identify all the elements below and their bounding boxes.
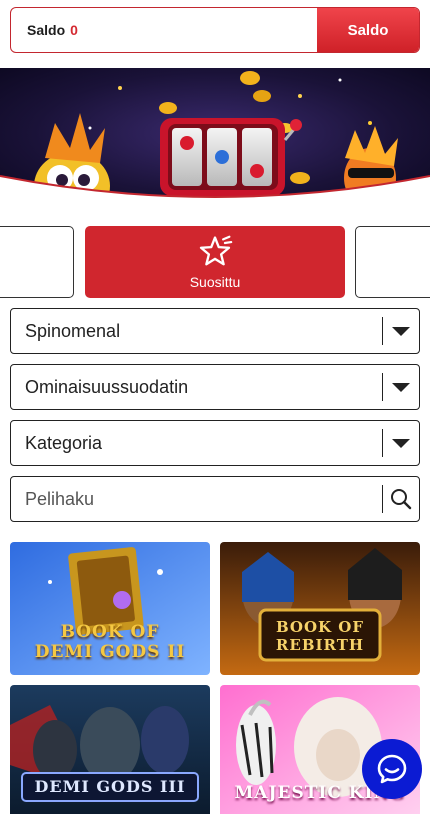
- balance-amount: 0: [70, 22, 78, 38]
- category-tile-label: Suosittu: [189, 274, 241, 290]
- search-input[interactable]: Pelihaku: [11, 489, 382, 510]
- search-icon[interactable]: [383, 477, 419, 521]
- chevron-down-icon: [383, 309, 419, 353]
- game-title: DEMI GODS III: [34, 777, 186, 796]
- game-card[interactable]: BOOK OF REBIRTH: [220, 542, 420, 675]
- chat-button[interactable]: [362, 739, 422, 799]
- chat-bubble-icon: [377, 754, 407, 784]
- balance-button[interactable]: Saldo: [317, 8, 419, 52]
- game-title: BOOK OF DEMI GODS II: [34, 622, 186, 662]
- chevron-down-icon: [383, 421, 419, 465]
- balance-label: Saldo: [27, 22, 66, 38]
- provider-select-value: Spinomenal: [25, 320, 121, 341]
- feature-filter-value: Ominaisuussuodatin: [25, 376, 189, 397]
- balance-info: Saldo 0: [11, 8, 317, 52]
- star-icon: [199, 235, 233, 266]
- game-thumbnail: [220, 542, 420, 675]
- category-tiles: Suosittu: [0, 226, 430, 298]
- category-tile-next[interactable]: [355, 226, 430, 298]
- category-tile-previous[interactable]: [0, 226, 74, 298]
- hero-banner[interactable]: [0, 68, 430, 213]
- balance-bar: Saldo 0 Saldo: [10, 7, 420, 53]
- chevron-down-icon: [383, 365, 419, 409]
- game-title: BOOK OF REBIRTH: [275, 618, 365, 654]
- provider-select[interactable]: Spinomenal: [10, 308, 420, 354]
- feature-filter-select[interactable]: Ominaisuussuodatin: [10, 364, 420, 410]
- game-card[interactable]: DEMI GODS III: [10, 685, 210, 814]
- game-search[interactable]: Pelihaku: [10, 476, 420, 522]
- game-card[interactable]: BOOK OF DEMI GODS II: [10, 542, 210, 675]
- category-tile-popular[interactable]: Suosittu: [85, 226, 345, 298]
- category-select-value: Kategoria: [25, 432, 103, 453]
- category-select[interactable]: Kategoria: [10, 420, 420, 466]
- banner-artwork: [0, 68, 430, 213]
